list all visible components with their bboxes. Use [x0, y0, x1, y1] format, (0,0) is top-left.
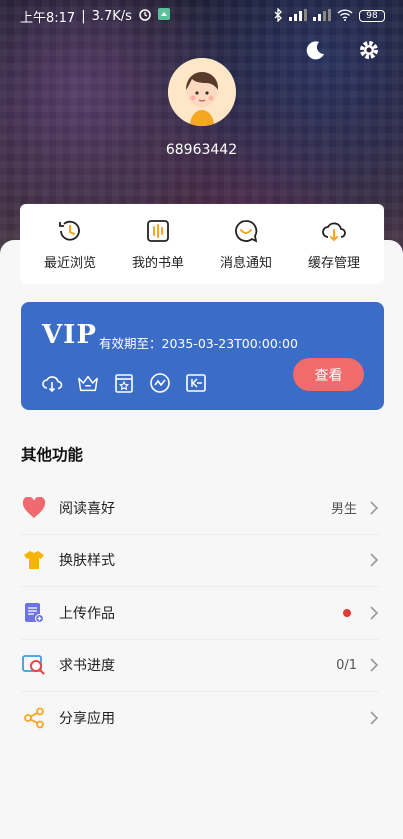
chevron-right-icon: [370, 553, 379, 567]
settings-gear-icon[interactable]: [357, 38, 381, 62]
wifi-icon: [337, 8, 353, 24]
history-icon: [57, 218, 83, 244]
chevron-right-icon: [370, 501, 379, 515]
vip-view-button[interactable]: 查看: [293, 358, 364, 391]
book-request-progress: 0/1: [336, 657, 357, 673]
vip-trend-icon: [149, 372, 171, 394]
menu-item-share[interactable]: 分享应用: [21, 692, 379, 745]
quick-item-messages[interactable]: 消息通知: [202, 218, 290, 271]
heart-icon: [22, 496, 46, 520]
quick-item-booklist[interactable]: 我的书单: [114, 218, 202, 271]
status-net-speed: 3.7K/s: [91, 8, 132, 24]
vip-title: VIP: [42, 320, 97, 350]
quick-item-cache[interactable]: 缓存管理: [290, 218, 378, 271]
bluetooth-icon: [273, 6, 283, 25]
upload-doc-icon: [22, 601, 46, 625]
share-icon: [22, 706, 46, 730]
user-id: 68963442: [165, 142, 238, 158]
search-progress-icon: [22, 653, 46, 677]
booklist-icon: [145, 218, 171, 244]
vip-image-icon: [185, 372, 207, 394]
vip-bookmark-icon: [113, 372, 135, 394]
user-avatar[interactable]: [168, 58, 236, 126]
vip-expiry: 有效期至：2035-03-23T00:00:00: [99, 336, 298, 351]
status-bar: 上午8:17 | 3.7K/s 98: [0, 0, 403, 32]
menu-item-theme[interactable]: 换肤样式: [21, 535, 379, 587]
app-notification-icon: [157, 8, 170, 24]
menu-item-upload[interactable]: 上传作品: [21, 587, 379, 640]
other-features-list: 阅读喜好 男生 换肤样式 上传作品 求书进度 0/1 分享应用: [21, 482, 379, 745]
signal-icon: [289, 8, 307, 24]
battery-indicator: 98: [359, 10, 385, 22]
message-icon: [233, 218, 259, 244]
night-mode-icon[interactable]: [303, 38, 327, 62]
vip-crown-icon: [77, 372, 99, 394]
vip-cloud-icon: [41, 372, 63, 394]
tshirt-icon: [22, 548, 46, 572]
menu-item-book-request[interactable]: 求书进度 0/1: [21, 640, 379, 692]
signal-icon-2: [313, 8, 331, 24]
status-time: 上午8:17: [20, 10, 76, 26]
chevron-right-icon: [370, 711, 379, 725]
other-features-title: 其他功能: [21, 446, 84, 464]
reading-preference-value: 男生: [330, 502, 357, 518]
alarm-icon: [138, 7, 152, 25]
cloud-download-icon: [321, 218, 347, 244]
chevron-right-icon: [370, 606, 379, 620]
quick-actions-card: 最近浏览 我的书单 消息通知 缓存管理: [20, 204, 384, 284]
new-badge-dot: [343, 608, 351, 617]
quick-item-history[interactable]: 最近浏览: [26, 218, 114, 271]
vip-card[interactable]: VIP 有效期至：2035-03-23T00:00:00 查看: [21, 302, 384, 410]
chevron-right-icon: [370, 658, 379, 672]
menu-item-reading-preference[interactable]: 阅读喜好 男生: [21, 482, 379, 535]
